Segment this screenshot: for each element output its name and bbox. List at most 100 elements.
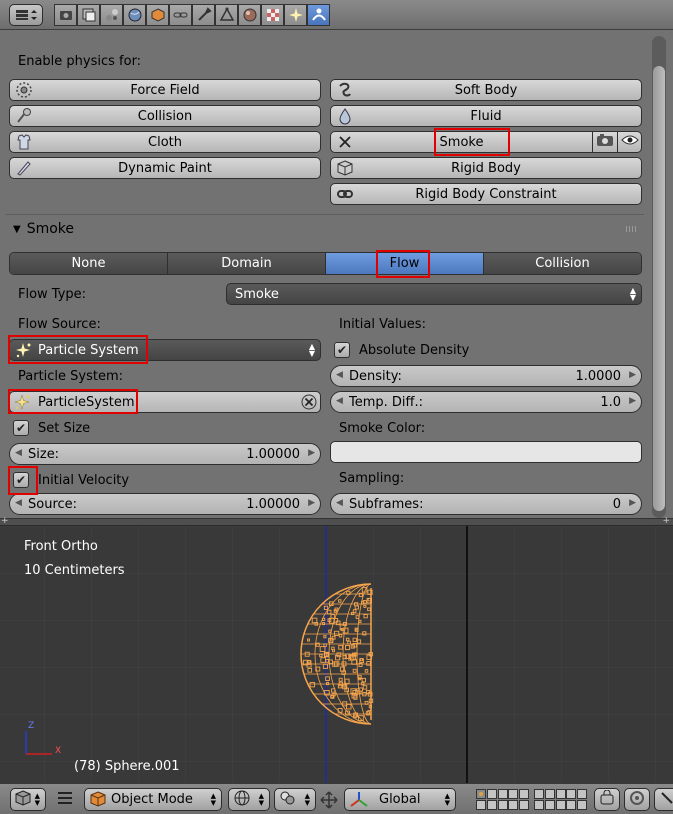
tab-modifiers[interactable]	[192, 4, 215, 26]
layer-toggle[interactable]	[577, 800, 588, 810]
tab-render[interactable]	[54, 4, 77, 26]
layer-grid[interactable]	[476, 788, 588, 812]
absolute-density-label: Absolute Density	[359, 343, 470, 358]
checkmark-icon: ✔	[15, 421, 27, 435]
wireframe-sphere-icon	[233, 789, 251, 811]
increment-arrow-icon[interactable]: ▶	[308, 498, 315, 508]
tab-texture[interactable]	[261, 4, 284, 26]
layer-toggle[interactable]	[555, 800, 566, 810]
highlight-smoke	[434, 128, 510, 156]
layer-toggle[interactable]	[555, 789, 566, 799]
up-down-arrows-icon: ▲ ▼	[308, 342, 315, 358]
layer-toggle[interactable]	[566, 789, 577, 799]
decrement-arrow-icon[interactable]: ◀	[15, 448, 22, 458]
decrement-arrow-icon[interactable]: ◀	[15, 498, 22, 508]
tab-constraints[interactable]	[169, 4, 192, 26]
highlight-flow-source	[8, 335, 148, 364]
initial-velocity-label: Initial Velocity	[38, 473, 130, 488]
layer-toggle[interactable]	[497, 800, 508, 810]
menu-toggle-icon[interactable]	[58, 792, 72, 808]
layer-toggle[interactable]	[519, 789, 530, 799]
dynamic-paint-button[interactable]: Dynamic Paint	[9, 157, 321, 179]
viewport-toggle-button[interactable]	[617, 131, 642, 153]
soft-body-button[interactable]: Soft Body	[330, 79, 642, 101]
source-field[interactable]: ◀ Source: 1.00000 ▶	[9, 493, 321, 515]
manipulator-toggle-icon[interactable]	[318, 790, 340, 814]
flow-type-dropdown[interactable]: Smoke ▲ ▼	[226, 283, 642, 305]
tab-particles[interactable]	[284, 4, 307, 26]
area-join-right-icon[interactable]: +	[662, 516, 670, 526]
lock-camera-layers-button[interactable]	[594, 788, 620, 811]
layer-toggle[interactable]	[566, 800, 577, 810]
cloth-button[interactable]: Cloth	[9, 131, 321, 153]
source-label: Source:	[28, 496, 78, 512]
transform-orientation-dropdown[interactable]: Global ▲ ▼	[344, 788, 456, 811]
highlight-particle-system	[8, 389, 138, 414]
layer-toggle[interactable]	[519, 800, 530, 810]
rigid-body-button[interactable]: Rigid Body	[330, 157, 642, 179]
layer-toggle[interactable]	[534, 800, 544, 810]
checkmark-icon: ✔	[336, 343, 348, 357]
render-toggle-button[interactable]	[592, 131, 618, 153]
size-field[interactable]: ◀ Size: 1.00000 ▶	[9, 443, 321, 465]
decrement-arrow-icon[interactable]: ◀	[336, 498, 343, 508]
layer-toggle[interactable]	[508, 789, 519, 799]
force-field-button[interactable]: Force Field	[9, 79, 321, 101]
tab-domain[interactable]: Domain	[168, 253, 326, 274]
layer-toggle[interactable]	[544, 789, 555, 799]
clear-x-icon[interactable]	[301, 394, 317, 414]
smoke-color-swatch[interactable]	[330, 441, 642, 463]
tab-scene[interactable]	[100, 4, 123, 26]
editor-type-button[interactable]: ▲ ▼	[10, 788, 46, 811]
editor-type-button[interactable]	[9, 4, 43, 26]
layer-toggle[interactable]	[486, 789, 497, 799]
increment-arrow-icon[interactable]: ▶	[308, 448, 315, 458]
flow-type-value: Smoke	[235, 286, 279, 302]
area-join-left-icon[interactable]: +	[1, 516, 9, 526]
increment-arrow-icon[interactable]: ▶	[629, 370, 636, 380]
snap-toggle-button[interactable]	[654, 788, 673, 811]
interaction-mode-dropdown[interactable]: Object Mode ▲ ▼	[84, 788, 222, 811]
pivot-point-dropdown[interactable]: ▲ ▼	[274, 788, 316, 811]
smoke-panel-header[interactable]: ▼ Smoke	[13, 221, 74, 237]
viewport-shading-dropdown[interactable]: ▲ ▼	[228, 788, 270, 811]
density-field[interactable]: ◀ Density: 1.0000 ▶	[330, 365, 642, 387]
layer-toggle[interactable]	[476, 800, 486, 810]
area-split-divider[interactable]: + +	[0, 516, 673, 526]
collapse-triangle-icon: ▼	[13, 223, 21, 235]
tab-world[interactable]	[123, 4, 146, 26]
subframes-field[interactable]: ◀ Subframes: 0 ▶	[330, 493, 642, 515]
decrement-arrow-icon[interactable]: ◀	[336, 370, 343, 380]
layer-toggle[interactable]	[534, 789, 544, 799]
tab-material[interactable]	[238, 4, 261, 26]
dynamic-paint-label: Dynamic Paint	[118, 160, 212, 176]
temp-diff-field[interactable]: ◀ Temp. Diff.: 1.0 ▶	[330, 391, 642, 413]
tab-collision[interactable]: Collision	[484, 253, 641, 274]
tab-none[interactable]: None	[10, 253, 168, 274]
properties-scroll-thumb[interactable]	[653, 66, 665, 511]
particles-icon	[288, 8, 303, 22]
decrement-arrow-icon[interactable]: ◀	[336, 396, 343, 406]
collision-button[interactable]: Collision	[9, 105, 321, 127]
absolute-density-checkbox[interactable]: ✔	[334, 342, 350, 358]
increment-arrow-icon[interactable]: ▶	[629, 498, 636, 508]
panel-drag-handle-icon[interactable]	[626, 226, 638, 232]
layer-toggle[interactable]	[486, 800, 497, 810]
highlight-initial-velocity	[8, 466, 38, 495]
set-size-checkbox[interactable]: ✔	[13, 420, 29, 436]
fluid-button[interactable]: Fluid	[330, 105, 642, 127]
rigid-body-constraint-button[interactable]: Rigid Body Constraint	[330, 183, 642, 205]
proportional-editing-button[interactable]	[624, 788, 650, 811]
tab-mesh-data[interactable]	[215, 4, 238, 26]
3d-viewport[interactable]: Front Ortho 10 Centimeters Z X (78) Sphe…	[0, 526, 673, 783]
tab-render-layers[interactable]	[77, 4, 100, 26]
axis-x-label: X	[55, 746, 62, 756]
tab-object[interactable]	[146, 4, 169, 26]
layer-toggle[interactable]	[508, 800, 519, 810]
layer-toggle[interactable]	[577, 789, 588, 799]
increment-arrow-icon[interactable]: ▶	[629, 396, 636, 406]
layer-toggle[interactable]	[476, 789, 486, 799]
tab-physics[interactable]	[307, 4, 330, 26]
layer-toggle[interactable]	[497, 789, 508, 799]
layer-toggle[interactable]	[544, 800, 555, 810]
